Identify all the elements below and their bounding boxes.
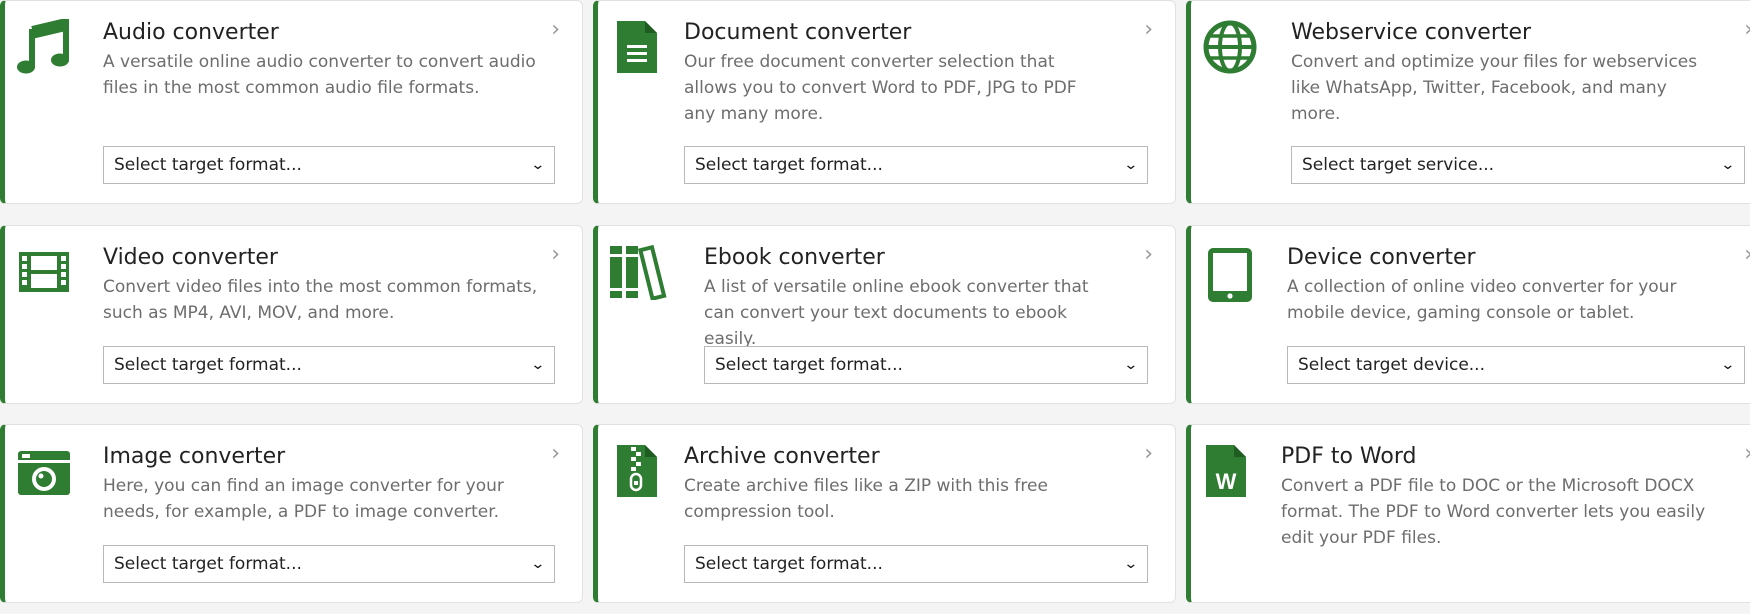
target-format-select[interactable]: Select target format... ⌄ (103, 146, 555, 184)
card-title: Audio converter (103, 20, 279, 45)
card-title: PDF to Word (1281, 444, 1417, 469)
card-description: Our free document converter selection th… (684, 52, 1077, 124)
chevron-down-icon: ⌄ (530, 157, 546, 173)
select-value: Select target format... (695, 155, 883, 175)
tablet-icon (1201, 246, 1259, 308)
chevron-right-icon[interactable]: › (1744, 244, 1750, 266)
zip-file-icon (608, 443, 666, 505)
chevron-down-icon: ⌄ (1123, 556, 1139, 572)
device-converter-card[interactable]: Device converter A collection of online … (1186, 225, 1750, 404)
webservice-converter-card[interactable]: Webservice converter Convert and optimiz… (1186, 0, 1750, 204)
svg-text:W: W (1216, 469, 1237, 494)
chevron-down-icon: ⌄ (530, 556, 546, 572)
books-icon (606, 244, 672, 306)
card-description: A versatile online audio converter to co… (103, 52, 536, 98)
pdf-to-word-card[interactable]: W PDF to Word Convert a PDF file to DOC … (1186, 424, 1750, 603)
chevron-down-icon: ⌄ (1720, 157, 1736, 173)
document-converter-card[interactable]: Document converter Our free document con… (593, 0, 1176, 204)
card-title: Webservice converter (1291, 20, 1532, 45)
card-description: A list of versatile online ebook convert… (704, 277, 1089, 349)
target-service-select[interactable]: Select target service... ⌄ (1291, 146, 1745, 184)
target-format-select[interactable]: Select target format... ⌄ (684, 545, 1148, 583)
target-format-select[interactable]: Select target format... ⌄ (684, 146, 1148, 184)
music-note-icon (15, 19, 73, 81)
ebook-converter-card[interactable]: Ebook converter A list of versatile onli… (593, 225, 1176, 404)
select-value: Select target format... (695, 554, 883, 574)
card-title: Image converter (103, 444, 286, 469)
select-value: Select target format... (114, 355, 302, 375)
card-description: Convert and optimize your files for webs… (1291, 52, 1698, 124)
card-description: Here, you can find an image converter fo… (103, 476, 504, 522)
card-title: Archive converter (684, 444, 880, 469)
chevron-right-icon[interactable]: › (551, 19, 560, 41)
card-description: A collection of online video converter f… (1287, 277, 1677, 323)
card-title: Document converter (684, 20, 912, 45)
chevron-right-icon[interactable]: › (1144, 443, 1153, 465)
select-value: Select target format... (715, 355, 903, 375)
word-file-icon: W (1197, 443, 1255, 505)
chevron-down-icon: ⌄ (1123, 157, 1139, 173)
film-icon (15, 250, 73, 312)
chevron-right-icon[interactable]: › (551, 244, 560, 266)
image-converter-card[interactable]: Image converter Here, you can find an im… (0, 424, 583, 603)
archive-converter-card[interactable]: Archive converter Create archive files l… (593, 424, 1176, 603)
chevron-down-icon: ⌄ (1720, 357, 1736, 373)
card-title: Ebook converter (704, 245, 885, 270)
audio-converter-card[interactable]: Audio converter A versatile online audio… (0, 0, 583, 204)
chevron-right-icon[interactable]: › (551, 443, 560, 465)
chevron-right-icon[interactable]: › (1144, 244, 1153, 266)
card-description: Convert a PDF file to DOC or the Microso… (1281, 476, 1706, 548)
globe-icon (1201, 19, 1259, 81)
chevron-right-icon[interactable]: › (1744, 19, 1750, 41)
select-value: Select target service... (1302, 155, 1495, 175)
chevron-down-icon: ⌄ (530, 357, 546, 373)
target-format-select[interactable]: Select target format... ⌄ (103, 346, 555, 384)
document-icon (608, 19, 666, 81)
card-title: Device converter (1287, 245, 1476, 270)
target-format-select[interactable]: Select target format... ⌄ (103, 545, 555, 583)
chevron-down-icon: ⌄ (1123, 357, 1139, 373)
card-title: Video converter (103, 245, 278, 270)
target-device-select[interactable]: Select target device... ⌄ (1287, 346, 1745, 384)
select-value: Select target format... (114, 554, 302, 574)
video-converter-card[interactable]: Video converter Convert video files into… (0, 225, 583, 404)
card-description: Create archive files like a ZIP with thi… (684, 476, 1048, 522)
card-description: Convert video files into the most common… (103, 277, 538, 323)
chevron-right-icon[interactable]: › (1144, 19, 1153, 41)
select-value: Select target device... (1298, 355, 1485, 375)
camera-icon (15, 449, 73, 511)
target-format-select[interactable]: Select target format... ⌄ (704, 346, 1148, 384)
select-value: Select target format... (114, 155, 302, 175)
chevron-right-icon[interactable]: › (1744, 443, 1750, 465)
